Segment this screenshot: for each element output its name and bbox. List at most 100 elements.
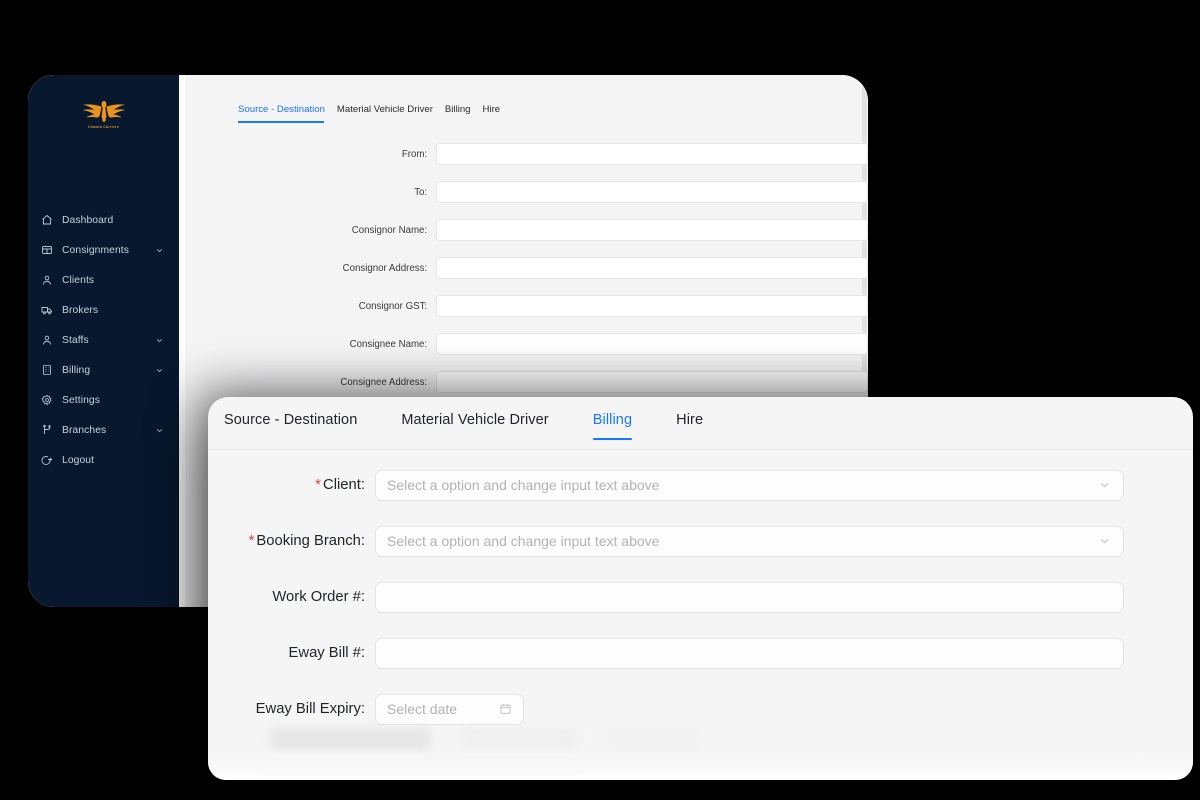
sidebar-item-staffs[interactable]: Staffs: [28, 325, 179, 355]
content-left-gutter: [179, 75, 187, 607]
tab-hire-bg[interactable]: Hire: [483, 104, 513, 123]
consignor-gst-input[interactable]: [436, 295, 868, 317]
form-row: Consignor Name:: [187, 211, 868, 249]
form-row-eway-bill: Eway Bill #:: [208, 625, 1193, 681]
tab-label: Material Vehicle Driver: [401, 412, 549, 428]
sidebar-item-settings[interactable]: Settings: [28, 385, 179, 415]
blurred-controls: [270, 728, 700, 750]
chevron-down-icon[interactable]: [1098, 479, 1111, 492]
sidebar-item-label: Settings: [62, 394, 101, 406]
field-label-booking-branch: * Booking Branch:: [208, 533, 375, 549]
foreground-tab-bar: Source - Destination Material Vehicle Dr…: [224, 412, 725, 440]
form-row-client: * Client: Select a option and change inpu…: [208, 457, 1193, 513]
consignor-address-input[interactable]: [436, 257, 868, 279]
required-asterisk: *: [315, 477, 322, 493]
tab-label: Billing: [444, 104, 471, 115]
user-icon: [40, 273, 54, 287]
label-text: Client:: [323, 477, 365, 493]
tab-material-vehicle-driver-bg[interactable]: Material Vehicle Driver: [337, 104, 445, 123]
consignor-name-input[interactable]: [436, 219, 868, 241]
sidebar-item-branches[interactable]: Branches: [28, 415, 179, 445]
sidebar-item-brokers[interactable]: Brokers: [28, 295, 179, 325]
required-asterisk: *: [248, 533, 255, 549]
screenshot-stage: Chawla Carriers Dashboard Consignments C…: [0, 0, 1200, 800]
sidebar-item-billing[interactable]: Billing: [28, 355, 179, 385]
tab-hire[interactable]: Hire: [654, 412, 725, 440]
client-select[interactable]: Select a option and change input text ab…: [375, 469, 1124, 501]
client-placeholder: Select a option and change input text ab…: [387, 477, 660, 493]
form-row-booking-branch: * Booking Branch: Select a option and cha…: [208, 513, 1193, 569]
home-icon: [40, 213, 54, 227]
field-label-consignee-address: Consignee Address:: [340, 376, 428, 388]
active-tab-underline: [238, 121, 324, 123]
sidebar-item-label: Logout: [62, 454, 95, 466]
tab-bar-divider: [208, 449, 1193, 450]
tab-label: Hire: [676, 412, 704, 428]
sidebar-item-logout[interactable]: Logout: [28, 445, 179, 475]
field-label-work-order: Work Order #:: [272, 589, 365, 605]
foreground-billing-panel: Source - Destination Material Vehicle Dr…: [208, 397, 1193, 780]
billing-form: * Client: Select a option and change inpu…: [208, 457, 1193, 737]
sidebar-item-label: Dashboard: [62, 214, 114, 226]
tab-billing-bg[interactable]: Billing: [445, 104, 483, 123]
work-order-input[interactable]: [375, 581, 1124, 613]
field-label-client: * Client:: [208, 477, 375, 493]
field-label-consignor-gst: Consignor GST:: [358, 300, 428, 312]
building-icon: [40, 363, 54, 377]
consignee-name-input[interactable]: [436, 333, 868, 355]
field-label-consignor-name: Consignor Name:: [351, 224, 428, 236]
tab-billing[interactable]: Billing: [571, 412, 654, 440]
consignee-address-input[interactable]: [436, 371, 868, 393]
tab-label: Source - Destination: [224, 412, 358, 428]
chevron-down-icon[interactable]: [155, 335, 165, 345]
chevron-down-icon[interactable]: [155, 425, 165, 435]
label-text: Booking Branch:: [256, 533, 365, 549]
app-logo[interactable]: Chawla Carriers: [28, 89, 179, 137]
field-label-to: To:: [414, 186, 428, 198]
form-row-work-order: Work Order #:: [208, 569, 1193, 625]
field-label-from: From:: [401, 148, 428, 160]
tab-label: Material Vehicle Driver: [336, 104, 433, 115]
active-tab-underline: [592, 437, 633, 440]
from-input[interactable]: [436, 143, 868, 165]
blurred-element: [608, 728, 700, 750]
sidebar-item-consignments[interactable]: Consignments: [28, 235, 179, 265]
logout-icon: [40, 453, 54, 467]
tab-source-destination[interactable]: Source - Destination: [224, 412, 379, 440]
tab-source-destination-bg[interactable]: Source - Destination: [238, 104, 337, 123]
chevron-down-icon[interactable]: [155, 245, 165, 255]
booking-branch-select[interactable]: Select a option and change input text ab…: [375, 525, 1124, 557]
field-label-consignor-address: Consignor Address:: [342, 262, 428, 274]
sidebar-item-dashboard[interactable]: Dashboard: [28, 205, 179, 235]
to-input[interactable]: [436, 181, 868, 203]
bottom-fade-overlay: [208, 754, 1193, 780]
chevron-down-icon[interactable]: [155, 365, 165, 375]
sidebar-item-label: Branches: [62, 424, 107, 436]
eway-bill-input[interactable]: [375, 637, 1124, 669]
sidebar-nav: Dashboard Consignments Clients Brokers S…: [28, 205, 179, 475]
sidebar-item-label: Consignments: [62, 244, 130, 256]
logo-wordmark: Chawla Carriers: [87, 124, 120, 129]
branch-icon: [40, 423, 54, 437]
gear-icon: [40, 393, 54, 407]
form-row: From:: [187, 135, 868, 173]
blurred-element: [460, 728, 578, 750]
field-label-eway-bill: Eway Bill #:: [288, 645, 365, 661]
chevron-down-icon[interactable]: [1098, 535, 1111, 548]
sidebar-item-label: Clients: [62, 274, 95, 286]
tab-label: Billing: [592, 412, 633, 428]
booking-branch-placeholder: Select a option and change input text ab…: [387, 533, 660, 549]
form-row: Consignee Address:: [187, 363, 868, 401]
sidebar-item-label: Billing: [62, 364, 91, 376]
grid-table-icon: [40, 243, 54, 257]
form-row: To:: [187, 173, 868, 211]
eagle-logo-icon: [82, 100, 125, 123]
form-row: Consignee Name:: [187, 325, 868, 363]
sidebar: Chawla Carriers Dashboard Consignments C…: [28, 75, 179, 607]
source-destination-form: From: To: Consignor Name: Consignor Addr…: [187, 135, 868, 401]
sidebar-item-label: Brokers: [62, 304, 99, 316]
truck-icon: [40, 303, 54, 317]
sidebar-item-clients[interactable]: Clients: [28, 265, 179, 295]
tab-material-vehicle-driver[interactable]: Material Vehicle Driver: [379, 412, 570, 440]
field-label-consignee-name: Consignee Name:: [349, 338, 428, 350]
